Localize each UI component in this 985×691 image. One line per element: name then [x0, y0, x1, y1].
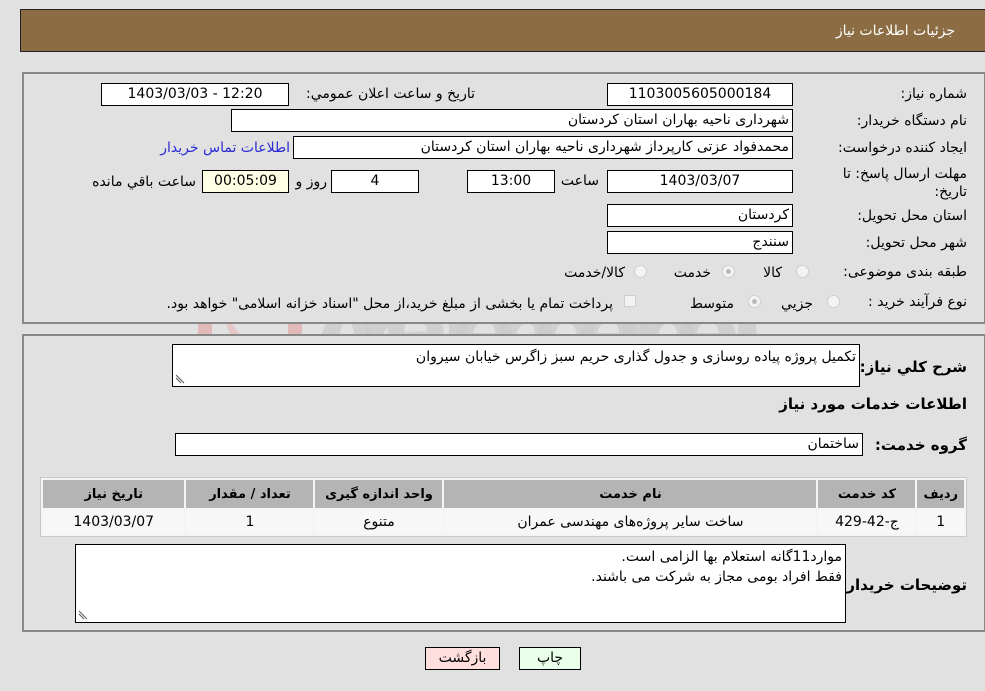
cell-quantity: 1	[186, 510, 314, 534]
table-header-row: ردیف کد خدمت نام خدمت واحد اندازه گیری ت…	[43, 480, 964, 508]
cell-unit: متنوع	[315, 510, 443, 534]
treasury-checkbox[interactable]	[624, 295, 636, 307]
category-radio-goods-service[interactable]	[634, 265, 647, 278]
category-radio-goods[interactable]	[796, 265, 809, 278]
back-button[interactable]: بازگشت	[425, 647, 500, 670]
announce-datetime-label: تاریخ و ساعت اعلان عمومي:	[306, 86, 475, 102]
purchase-type-radio-minor[interactable]	[827, 295, 840, 308]
deadline-label: مهلت ارسال پاسخ: تا تاریخ:	[842, 166, 967, 200]
announce-datetime-field: 1403/03/03 - 12:20	[101, 83, 289, 106]
category-option-service: خدمت	[673, 265, 711, 281]
buyer-notes-line-2: فقط افراد بومی مجاز به شرکت می باشند.	[591, 569, 842, 585]
col-header-quantity: تعداد / مقدار	[186, 480, 314, 508]
page-header: جزئیات اطلاعات نیاز	[20, 9, 985, 52]
description-label: شرح کلي نياز:	[859, 358, 967, 376]
cell-row-number: 1	[917, 510, 964, 534]
need-number-field: 1103005605000184	[607, 83, 793, 106]
print-button[interactable]: چاپ	[519, 647, 581, 670]
cell-need-date: 1403/03/07	[43, 510, 185, 534]
description-textarea[interactable]: تکمیل پروژه پیاده روسازی و جدول گذاری حر…	[172, 344, 860, 387]
province-label: استان محل تحویل:	[857, 208, 967, 224]
resize-grip-icon[interactable]	[78, 610, 88, 620]
col-header-service-name: نام خدمت	[444, 480, 817, 508]
category-radio-service[interactable]	[722, 265, 735, 278]
remaining-time-field: 00:05:09	[202, 170, 289, 193]
days-label: روز و	[295, 174, 328, 190]
city-field: سنندج	[607, 231, 793, 254]
col-header-need-date: تاریخ نیاز	[43, 480, 185, 508]
purchase-type-option-minor: جزيي	[781, 296, 813, 312]
page-title: جزئیات اطلاعات نیاز	[835, 23, 955, 39]
buyer-notes-label: توضیحات خریدار:	[840, 576, 967, 594]
purchase-type-radio-medium[interactable]	[748, 295, 761, 308]
col-header-unit: واحد اندازه گیری	[315, 480, 443, 508]
service-group-label: گروه خدمت:	[874, 436, 967, 454]
table-row: 1 ج-42-429 ساخت سایر پروژه‌های مهندسی عم…	[43, 510, 964, 534]
service-group-field: ساختمان	[175, 433, 863, 456]
buyer-org-field: شهرداری ناحیه بهاران استان کردستان	[231, 109, 793, 132]
services-table: ردیف کد خدمت نام خدمت واحد اندازه گیری ت…	[40, 477, 967, 537]
city-label: شهر محل تحویل:	[865, 235, 967, 251]
buyer-notes-line-1: موارد11گانه استعلام بها الزامی است.	[621, 549, 842, 565]
requester-label: ایجاد کننده درخواست:	[838, 140, 967, 156]
requester-field: محمدفواد عزتی کارپرداز شهرداری ناحیه بها…	[293, 136, 793, 159]
purchase-type-option-medium: متوسط	[690, 296, 734, 312]
resize-grip-icon[interactable]	[175, 374, 185, 384]
description-text: تکمیل پروژه پیاده روسازی و جدول گذاری حر…	[415, 349, 856, 365]
deadline-time-label: ساعت	[560, 173, 599, 189]
buyer-contact-link[interactable]: اطلاعات تماس خریدار	[160, 140, 290, 156]
treasury-note: پرداخت تمام یا بخشی از مبلغ خرید،از محل …	[166, 296, 613, 312]
remaining-time-label: ساعت باقي مانده	[92, 174, 196, 190]
category-option-goods-service: کالا/خدمت	[564, 265, 625, 281]
deadline-date-field: 1403/03/07	[607, 170, 793, 193]
deadline-time-field: 13:00	[467, 170, 555, 193]
col-header-service-code: کد خدمت	[818, 480, 916, 508]
buyer-notes-textarea[interactable]: موارد11گانه استعلام بها الزامی است. فقط …	[75, 544, 846, 623]
purchase-type-label: نوع فرآیند خرید :	[868, 294, 967, 310]
cell-service-code: ج-42-429	[818, 510, 916, 534]
remaining-days-field: 4	[331, 170, 419, 193]
province-field: کردستان	[607, 204, 793, 227]
cell-service-name: ساخت سایر پروژه‌های مهندسی عمران	[444, 510, 817, 534]
need-number-label: شماره نیاز:	[900, 86, 968, 102]
category-option-goods: کالا	[763, 265, 782, 281]
buyer-org-label: نام دستگاه خريدار:	[856, 113, 967, 129]
services-section-title: اطلاعات خدمات مورد نیاز	[779, 395, 967, 413]
col-header-row-number: ردیف	[917, 480, 964, 508]
category-label: طبقه بندی موضوعی:	[843, 264, 967, 280]
